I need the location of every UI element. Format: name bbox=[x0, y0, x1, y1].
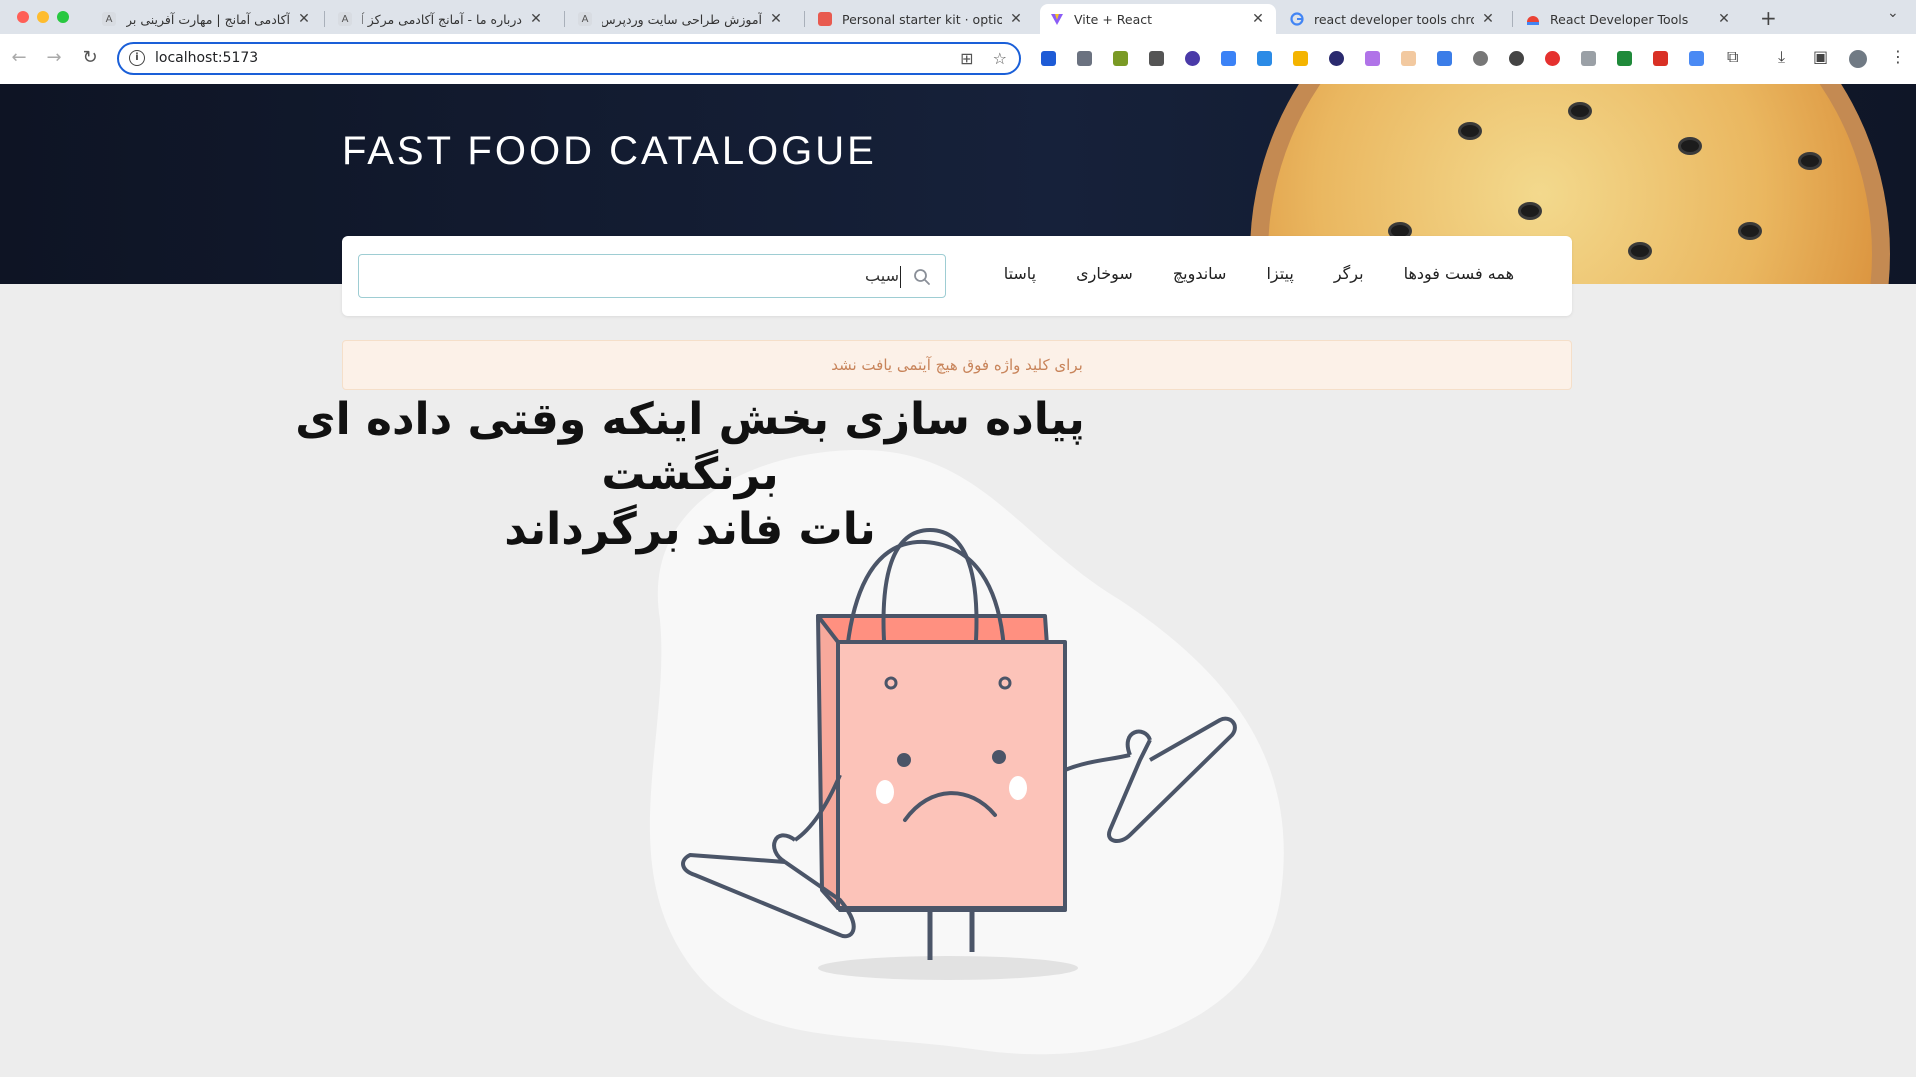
tab-separator bbox=[564, 11, 565, 27]
extension-icon[interactable] bbox=[1581, 51, 1596, 66]
extension-icon[interactable] bbox=[1077, 51, 1092, 66]
minimize-window-button[interactable] bbox=[37, 11, 49, 23]
extension-icon[interactable] bbox=[1617, 51, 1632, 66]
browser-tab[interactable]: Personal starter kit · optional ✕ bbox=[808, 4, 1034, 34]
extension-icon[interactable] bbox=[1509, 51, 1524, 66]
page-title: FAST FOOD CATALOGUE bbox=[342, 129, 877, 173]
close-tab-icon[interactable]: ✕ bbox=[1250, 11, 1266, 27]
kit-icon bbox=[818, 12, 832, 26]
back-icon[interactable]: ← bbox=[8, 47, 30, 68]
amanj-icon: A bbox=[102, 12, 116, 26]
tab-separator bbox=[324, 11, 325, 27]
tab-separator bbox=[1512, 11, 1513, 27]
category-all[interactable]: همه فست فودها bbox=[1404, 264, 1514, 283]
translate-icon[interactable]: ⊞ bbox=[960, 49, 973, 68]
search-icon bbox=[914, 269, 930, 285]
annotation-line-2: نات فاند برگرداند bbox=[504, 504, 876, 555]
extension-icon[interactable] bbox=[1653, 51, 1668, 66]
menu-kebab-icon[interactable]: ⋮ bbox=[1890, 47, 1906, 66]
browser-tab[interactable]: React Developer Tools ✕ bbox=[1516, 4, 1742, 34]
extension-icon[interactable] bbox=[1329, 51, 1344, 66]
annotation-heading: پیاده سازی بخش اینکه وقتی داده ای برنگشت… bbox=[240, 392, 1140, 557]
profile-avatar[interactable] bbox=[1849, 50, 1867, 68]
not-found-alert: برای کلید واژه فوق هیچ آیتمی یافت نشد bbox=[342, 340, 1572, 390]
new-tab-button[interactable]: + bbox=[1760, 6, 1777, 30]
browser-tab[interactable]: A آموزش طراحی سایت وردپرس جامع ✕ bbox=[568, 4, 794, 34]
category-pasta[interactable]: پاستا bbox=[1004, 264, 1036, 283]
close-window-button[interactable] bbox=[17, 11, 29, 23]
category-list: همه فست فودها برگر پیتزا ساندویچ سوخاری … bbox=[1004, 264, 1514, 283]
browser-tab-bar: A آکادمی آمانج | مهارت آفرینی برای و ✕ A… bbox=[0, 0, 1916, 34]
amanj-icon: A bbox=[578, 12, 592, 26]
reload-icon[interactable]: ↻ bbox=[79, 47, 101, 68]
download-icon[interactable]: ⤓ bbox=[1778, 47, 1785, 67]
extension-icon[interactable] bbox=[1365, 51, 1380, 66]
side-panel-icon[interactable]: ▣ bbox=[1813, 47, 1828, 66]
browser-tab[interactable]: react developer tools chrome ✕ bbox=[1280, 4, 1506, 34]
url-text[interactable]: localhost:5173 bbox=[155, 50, 258, 66]
vite-icon bbox=[1050, 12, 1064, 26]
close-tab-icon[interactable]: ✕ bbox=[1008, 11, 1024, 27]
category-fried[interactable]: سوخاری bbox=[1076, 264, 1133, 283]
close-tab-icon[interactable]: ✕ bbox=[768, 11, 784, 27]
extension-icon[interactable] bbox=[1113, 51, 1128, 66]
extensions-puzzle-icon[interactable]: ⧉ bbox=[1727, 47, 1738, 67]
webstore-icon bbox=[1526, 12, 1540, 26]
close-tab-icon[interactable]: ✕ bbox=[1480, 11, 1496, 27]
tab-separator bbox=[804, 11, 805, 27]
amanj-icon: A bbox=[338, 12, 352, 26]
extension-icon[interactable] bbox=[1293, 51, 1308, 66]
browser-toolbar: ← → ↻ i localhost:5173 ⊞ ☆ ⧉ ⤓ ▣ ⋮ bbox=[0, 34, 1916, 85]
extension-icon[interactable] bbox=[1221, 51, 1236, 66]
extension-icon[interactable] bbox=[1185, 51, 1200, 66]
site-info-icon[interactable]: i bbox=[129, 50, 145, 66]
close-tab-icon[interactable]: ✕ bbox=[528, 11, 544, 27]
category-sandwich[interactable]: ساندویچ bbox=[1173, 264, 1227, 283]
browser-tab[interactable]: A درباره ما - آمانج آکادمی مرکز آموزش ✕ bbox=[328, 4, 554, 34]
extension-icon[interactable] bbox=[1401, 51, 1416, 66]
annotation-line-1: پیاده سازی بخش اینکه وقتی داده ای برنگشت bbox=[295, 394, 1085, 500]
category-pizza[interactable]: پیتزا bbox=[1266, 264, 1293, 283]
category-burger[interactable]: برگر bbox=[1334, 264, 1364, 283]
close-tab-icon[interactable]: ✕ bbox=[1716, 11, 1732, 27]
maximize-window-button[interactable] bbox=[57, 11, 69, 23]
browser-tab-active[interactable]: Vite + React ✕ bbox=[1040, 4, 1276, 34]
address-bar[interactable]: i localhost:5173 ⊞ ☆ bbox=[117, 42, 1021, 75]
browser-tab[interactable]: A آکادمی آمانج | مهارت آفرینی برای و ✕ bbox=[92, 4, 322, 34]
google-icon bbox=[1290, 12, 1304, 26]
extension-icon[interactable] bbox=[1473, 51, 1488, 66]
search-input[interactable]: سیب bbox=[358, 254, 946, 298]
bookmark-star-icon[interactable]: ☆ bbox=[993, 49, 1007, 68]
extension-icon[interactable] bbox=[1041, 51, 1056, 66]
extension-icon[interactable] bbox=[1689, 51, 1704, 66]
tab-search-icon[interactable]: ⌄ bbox=[1887, 5, 1899, 21]
adblock-icon[interactable] bbox=[1545, 51, 1560, 66]
forward-icon[interactable]: → bbox=[43, 47, 65, 68]
omnibox-actions: ⊞ ☆ bbox=[960, 49, 1007, 68]
text-caret bbox=[900, 266, 901, 288]
search-value: سیب bbox=[865, 266, 899, 285]
extension-icon[interactable] bbox=[1257, 51, 1272, 66]
extension-icon[interactable] bbox=[1149, 51, 1164, 66]
extension-icon[interactable] bbox=[1437, 51, 1452, 66]
category-nav-card: سیب همه فست فودها برگر پیتزا ساندویچ سوخ… bbox=[342, 236, 1572, 316]
close-tab-icon[interactable]: ✕ bbox=[296, 11, 312, 27]
